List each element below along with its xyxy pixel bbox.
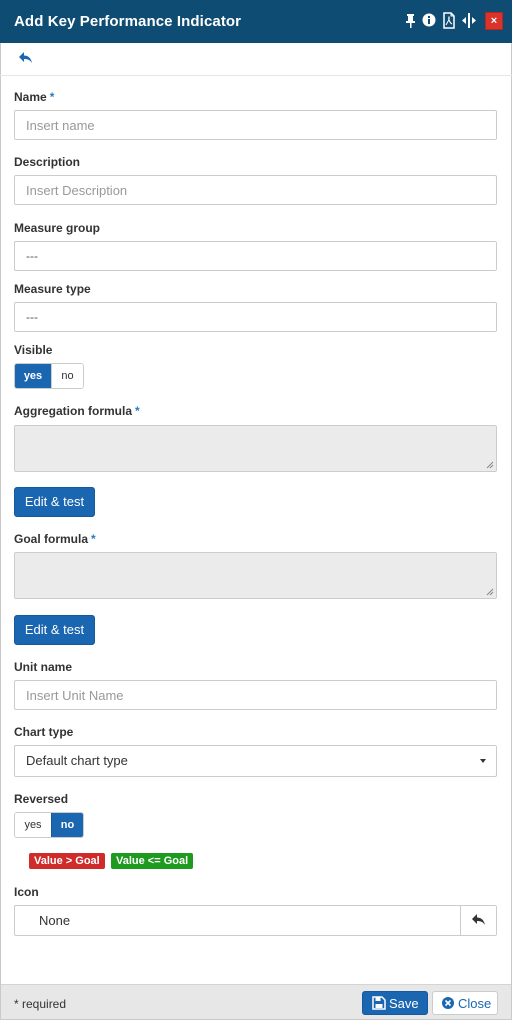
measure-group-value: --- [26,249,38,263]
measure-type-value: --- [26,310,38,324]
required-note: * required [14,997,67,1011]
icon-label: Icon [14,885,39,899]
save-button[interactable]: Save [362,991,428,1015]
visible-toggle: yes no [14,363,84,389]
resize-grip-icon[interactable] [486,461,494,469]
required-mark: * [49,90,55,104]
toolbar [0,43,512,76]
description-input[interactable] [14,175,497,205]
icon-selector[interactable]: None [14,905,497,936]
visible-no-option[interactable]: no [51,364,83,388]
chart-type-value: Default chart type [26,753,128,768]
goal-formula-textarea[interactable] [14,552,497,599]
reversed-toggle: yes no [14,812,84,838]
aggregation-formula-textarea[interactable] [14,425,497,472]
pdf-icon[interactable] [441,12,457,30]
reply-icon[interactable] [18,51,34,65]
aggregation-formula-label: Aggregation formula * [14,404,140,418]
close-button[interactable]: Close [432,991,498,1015]
resize-grip-icon[interactable] [486,588,494,596]
close-circle-icon [442,997,454,1009]
info-icon[interactable] [421,12,437,30]
aggregation-edit-test-button[interactable]: Edit & test [14,487,95,517]
unit-name-label: Unit name [14,660,73,674]
value-greater-goal-badge: Value > Goal [29,853,105,869]
icon-value: None [39,913,71,928]
save-label: Save [389,996,419,1011]
icon-reset-button[interactable] [460,906,496,935]
close-label: Close [458,996,492,1011]
measure-type-label: Measure type [14,282,91,296]
required-mark: * [135,404,140,418]
dialog-footer: * required Save Close [1,984,511,1019]
measure-type-select[interactable]: --- [14,302,497,332]
save-icon [372,996,386,1010]
name-label: Name * [14,90,55,104]
reversed-label: Reversed [14,792,69,806]
name-input[interactable] [14,110,497,140]
chevron-down-icon [480,759,486,763]
goal-edit-test-button[interactable]: Edit & test [14,615,95,645]
visible-yes-option[interactable]: yes [15,364,51,388]
close-icon[interactable]: × [485,12,503,30]
reply-icon [472,914,485,925]
measure-group-label: Measure group [14,221,101,235]
unit-name-input[interactable] [14,680,497,710]
reversed-yes-option[interactable]: yes [15,813,51,837]
required-mark: * [91,532,96,546]
value-lte-goal-badge: Value <= Goal [111,853,194,869]
resize-icon[interactable] [461,12,477,30]
reversed-no-option[interactable]: no [51,813,83,837]
title-bar: Add Key Performance Indicator × [0,0,512,43]
description-label: Description [14,155,81,169]
dialog-title: Add Key Performance Indicator [14,13,242,30]
visible-label: Visible [14,343,53,357]
chart-type-label: Chart type [14,725,74,739]
measure-group-select[interactable]: --- [14,241,497,271]
goal-formula-label: Goal formula * [14,532,96,546]
pin-icon[interactable] [403,12,419,30]
chart-type-select[interactable]: Default chart type [14,745,497,777]
